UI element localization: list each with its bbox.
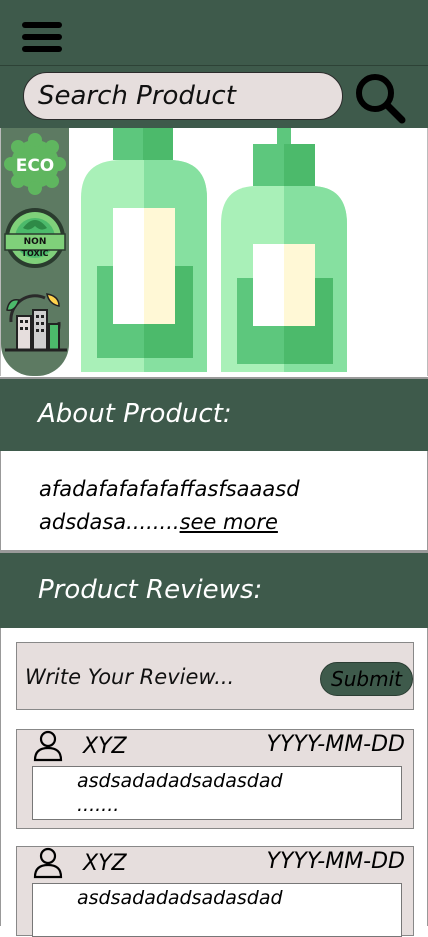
about-product-header: About Product:: [0, 377, 428, 451]
review-date: YYYY-MM-DD: [266, 732, 405, 757]
submit-review-button[interactable]: Submit: [320, 662, 413, 696]
reviewer-name: XYZ: [83, 734, 127, 759]
product-image: ECO NON TOXIC: [0, 128, 428, 376]
review-text-line1: asdsadadadsadasdad: [77, 887, 283, 909]
about-text-line1: afadafafafafaffasfsaaasd: [39, 477, 300, 501]
non-toxic-label-line2: TOXIC: [22, 249, 49, 258]
see-more-link[interactable]: see more: [180, 510, 278, 534]
review-text-box: asdsadadadsadasdad: [32, 883, 402, 937]
eco-badge-label: ECO: [16, 156, 55, 176]
sustainable-city-icon: [5, 293, 67, 352]
about-text-line2: adsdasa........: [39, 510, 180, 534]
top-bar: [0, 0, 428, 66]
write-review-input[interactable]: [23, 657, 317, 697]
about-product-text: afadafafafafaffasfsaaasd adsdasa........…: [39, 473, 300, 539]
write-review-box: Submit: [16, 642, 414, 710]
review-text: asdsadadadsadasdad .......: [77, 769, 283, 817]
user-avatar-icon: [33, 847, 63, 879]
reviewer-name: XYZ: [83, 851, 127, 876]
product-reviews-body: Submit XYZ YYYY-MM-DD asdsadadadsadasdad…: [0, 628, 428, 937]
review-text: asdsadadadsadasdad: [77, 886, 283, 910]
about-product-title: About Product:: [38, 399, 232, 429]
review-card: XYZ YYYY-MM-DD asdsadadadsadasdad ......…: [16, 729, 414, 829]
search-input[interactable]: [23, 72, 343, 120]
product-reviews-header: Product Reviews:: [0, 551, 428, 628]
review-text-line1: asdsadadadsadasdad: [77, 770, 283, 792]
search-bar: [0, 66, 428, 128]
eco-badge-icon: ECO: [4, 133, 66, 195]
user-avatar-icon: [33, 730, 63, 762]
review-text-line2: .......: [77, 794, 120, 816]
hamburger-menu-icon[interactable]: [22, 22, 62, 54]
review-text-box: asdsadadadsadasdad .......: [32, 766, 402, 820]
non-toxic-badge-icon: NON TOXIC: [4, 208, 66, 268]
non-toxic-label-line1: NON: [24, 237, 47, 247]
review-card: XYZ YYYY-MM-DD asdsadadadsadasdad: [16, 846, 414, 937]
search-icon[interactable]: [354, 72, 406, 124]
product-reviews-title: Product Reviews:: [38, 575, 263, 605]
about-product-body: afadafafafafaffasfsaaasd adsdasa........…: [0, 451, 428, 551]
badge-rail: ECO NON TOXIC: [1, 128, 69, 376]
review-date: YYYY-MM-DD: [266, 849, 405, 874]
